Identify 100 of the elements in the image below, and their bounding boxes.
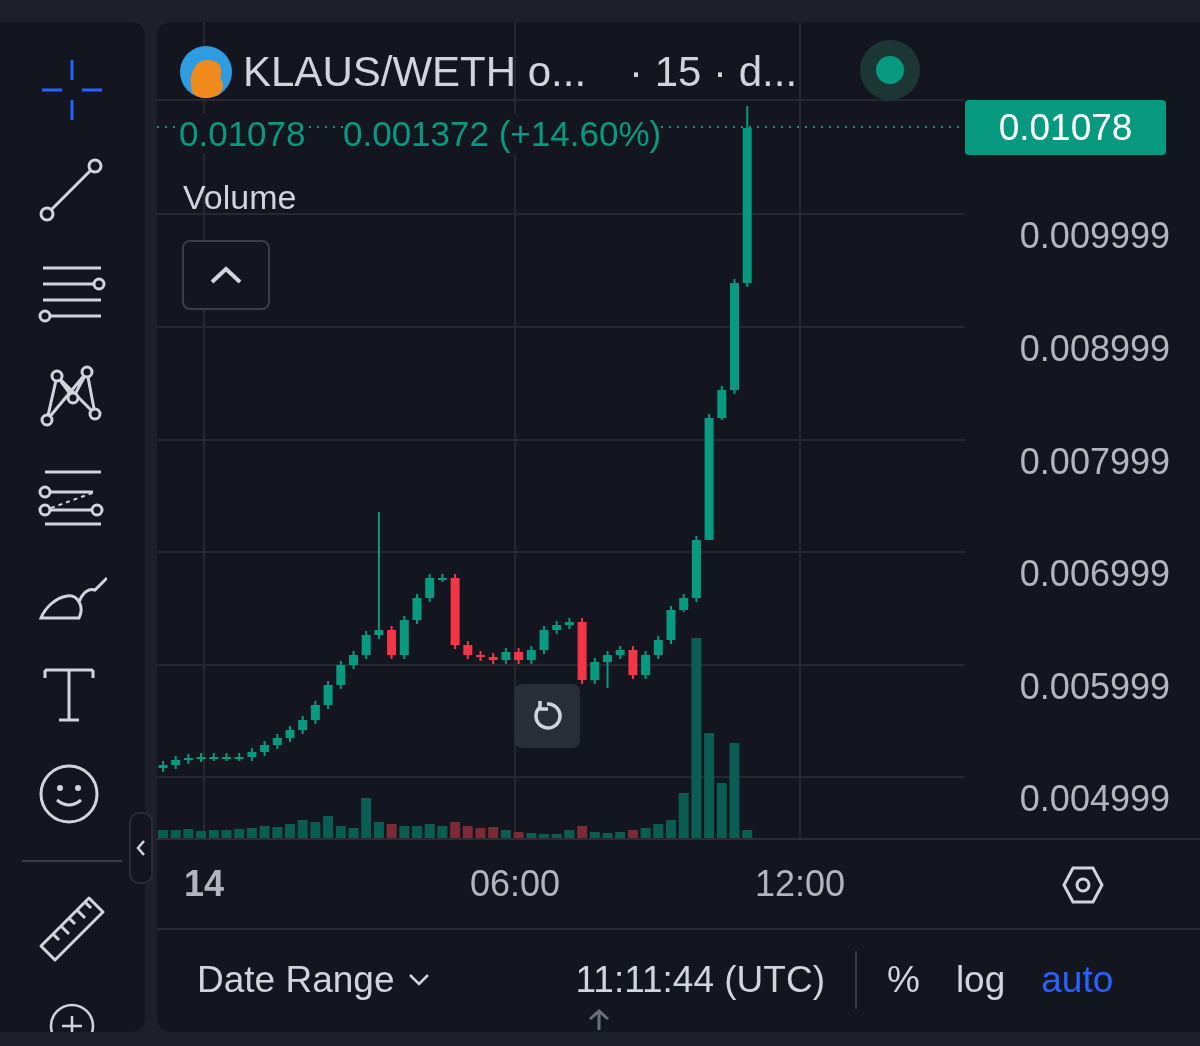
candle (425, 573, 435, 603)
time-label: 14 (184, 864, 224, 904)
volume-bar (259, 826, 270, 838)
date-range-dropdown[interactable]: Date Range (197, 952, 431, 1008)
scale-option[interactable]: auto (1033, 952, 1122, 1008)
candle (628, 645, 638, 680)
candle (298, 715, 308, 735)
interval-label: · 15 · d... (629, 47, 798, 97)
volume-bar (297, 820, 308, 838)
candle (526, 645, 536, 665)
price-change: 0.001372 (+14.60%) (343, 114, 662, 154)
volume-bar (437, 826, 448, 838)
expand-button[interactable] (182, 240, 270, 310)
candle (183, 753, 193, 765)
volume-bar (475, 828, 486, 838)
candle (488, 652, 498, 665)
volume-bar (272, 827, 283, 838)
indicator-label: Volume (183, 177, 297, 217)
volume-bar (539, 834, 549, 838)
volume-bar (678, 793, 689, 838)
ruler-icon[interactable] (37, 894, 107, 964)
price-label: 0.005999 (1019, 665, 1170, 709)
time-label: 06:00 (469, 864, 561, 904)
candle (590, 657, 600, 685)
candle (691, 535, 701, 603)
candle (247, 747, 257, 762)
scale-option[interactable]: % (878, 952, 928, 1008)
candle (603, 650, 612, 689)
volume-bar (424, 824, 435, 838)
candle (285, 725, 295, 743)
candle (158, 760, 168, 773)
candle (387, 625, 397, 660)
avatar-icon (180, 46, 232, 98)
candle (323, 680, 333, 710)
price-label: 0.008999 (1019, 327, 1170, 371)
volume-bar (285, 824, 295, 838)
volume-bar (399, 826, 410, 838)
volume-bar (564, 830, 575, 838)
candle (514, 647, 524, 665)
price-label: 0.006999 (1019, 552, 1170, 596)
candle (577, 617, 587, 685)
volume-bar (513, 832, 524, 838)
volume-bar (450, 822, 461, 838)
volume-bar (602, 833, 613, 838)
candle (717, 385, 727, 421)
candle (399, 615, 409, 660)
candle (501, 647, 511, 665)
candle (222, 752, 231, 762)
volume-bar (742, 830, 753, 838)
candle (666, 605, 676, 645)
candle (336, 660, 346, 690)
volume-bar (551, 834, 562, 838)
candle (552, 620, 562, 635)
candle (463, 640, 473, 660)
volume-bar (221, 830, 232, 838)
volume-bar (348, 828, 359, 838)
candle (272, 733, 282, 750)
price-label: 0.009999 (1019, 214, 1170, 258)
arrow-up-icon (587, 1008, 611, 1030)
candle (679, 593, 689, 613)
price-label: 0.007999 (1019, 440, 1170, 484)
candle (260, 740, 270, 757)
chevron-down-icon (408, 973, 431, 987)
volume-bar (412, 826, 422, 838)
volume-bar (640, 828, 651, 838)
volume-bar (386, 824, 397, 838)
clock-time: 11:11:44 (UTC) (575, 958, 825, 1003)
last-price-tag: 0.01078 (965, 100, 1166, 155)
candle (196, 752, 206, 763)
candle (539, 625, 549, 655)
volume-bar (488, 827, 499, 838)
candle (361, 630, 371, 660)
symbol-title: KLAUS/WETH o... (243, 47, 587, 97)
candle (349, 650, 358, 670)
volume-bar (234, 829, 245, 838)
candle (209, 752, 219, 762)
candle (234, 752, 244, 762)
price-label: 0.004999 (1019, 777, 1170, 821)
volume-bar (158, 830, 168, 838)
volume-bar (462, 826, 473, 838)
volume-bar (526, 833, 537, 838)
scale-option[interactable]: log (947, 952, 1014, 1008)
candle (641, 650, 651, 680)
candle (564, 617, 574, 630)
candle (476, 650, 485, 662)
candle (437, 573, 447, 583)
volume-bar (170, 830, 181, 838)
volume-bar (666, 820, 676, 838)
candle (615, 645, 625, 660)
candle (310, 700, 320, 725)
time-label: 12:00 (754, 864, 846, 904)
collapse-button[interactable] (129, 812, 153, 884)
settings-icon (1062, 865, 1104, 905)
candle (653, 635, 663, 660)
candle (171, 755, 181, 770)
reset-button[interactable] (514, 684, 580, 748)
last-price: 0.01078 (179, 114, 306, 154)
caret-icon (136, 839, 146, 857)
caret-icon (209, 265, 243, 285)
volume-bar (183, 829, 194, 838)
